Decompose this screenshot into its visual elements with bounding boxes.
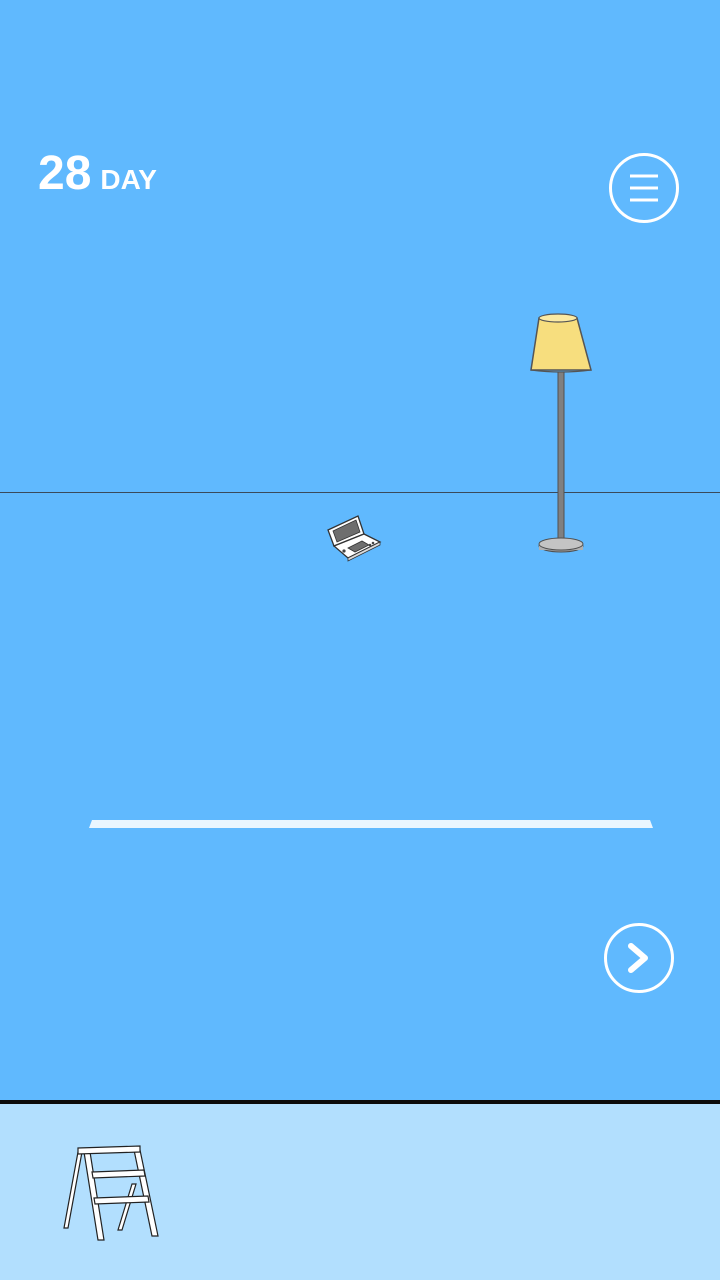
next-button[interactable] bbox=[604, 923, 674, 993]
menu-button[interactable] bbox=[609, 153, 679, 223]
floor-lamp[interactable] bbox=[525, 308, 600, 563]
handheld-game-console[interactable] bbox=[322, 510, 386, 564]
day-label: DAY bbox=[100, 164, 157, 195]
day-number: 28 bbox=[38, 147, 92, 200]
chevron-right-icon bbox=[628, 943, 648, 973]
hamburger-menu-icon bbox=[630, 174, 658, 202]
horizon-line bbox=[0, 492, 720, 493]
floor-line bbox=[89, 820, 653, 828]
game-scene: 28 DAY bbox=[0, 0, 720, 1100]
inventory-bar bbox=[0, 1104, 720, 1280]
step-ladder-item[interactable] bbox=[58, 1144, 162, 1244]
day-counter: 28 DAY bbox=[38, 150, 157, 198]
